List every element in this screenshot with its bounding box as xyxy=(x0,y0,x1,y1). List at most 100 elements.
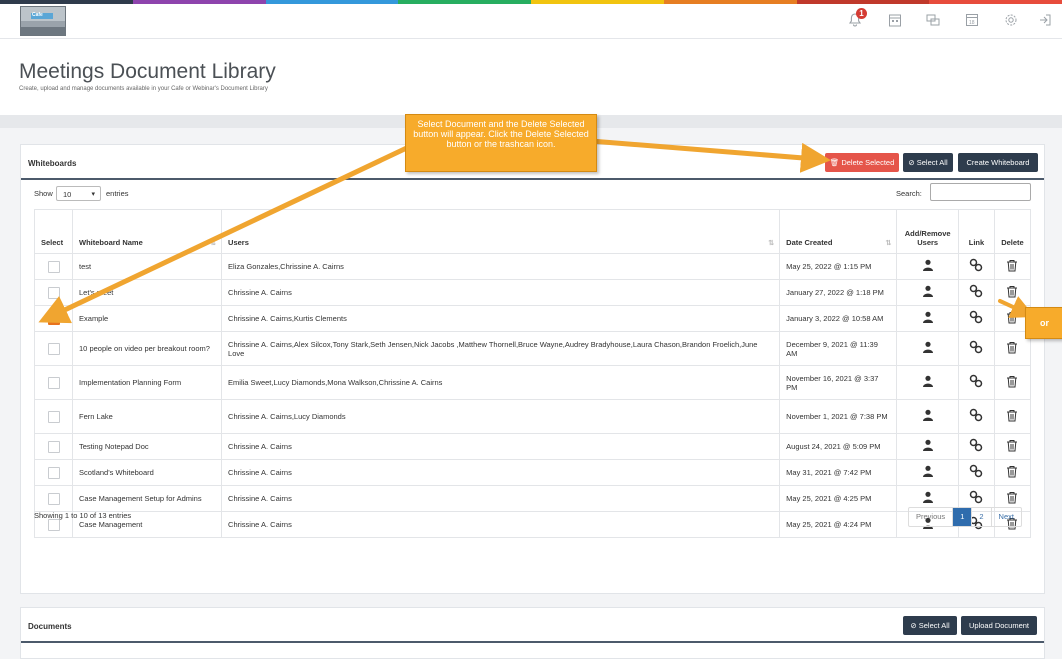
trash-icon[interactable] xyxy=(1006,341,1018,357)
notification-badge: 1 xyxy=(856,8,867,19)
whiteboard-name[interactable]: Scotland's Whiteboard xyxy=(72,459,223,486)
row-select-cell xyxy=(33,279,74,306)
user-icon[interactable] xyxy=(922,465,934,480)
whiteboards-title: Whiteboards xyxy=(28,159,77,168)
user-icon[interactable] xyxy=(922,409,934,424)
row-checkbox[interactable] xyxy=(47,518,60,531)
bell-icon[interactable]: 1 xyxy=(846,8,867,30)
trash-icon[interactable] xyxy=(1006,375,1018,391)
link-icon[interactable] xyxy=(969,438,983,455)
link-cell xyxy=(958,305,995,332)
entries-label: entries xyxy=(106,189,129,198)
trash-icon[interactable] xyxy=(1006,465,1018,481)
schedule-icon[interactable]: 18 xyxy=(963,12,981,30)
add-remove-users-cell xyxy=(896,331,959,366)
whiteboard-name[interactable]: Example xyxy=(72,305,223,332)
delete-selected-button[interactable]: 🗑 Delete Selected xyxy=(825,153,899,172)
link-icon[interactable] xyxy=(969,464,983,481)
link-icon[interactable] xyxy=(969,374,983,391)
whiteboard-users: Chrissine A. Cairns,Kurtis Clements xyxy=(221,305,781,332)
column-header-delete: Delete xyxy=(993,209,1032,254)
pagination-next[interactable]: Next xyxy=(992,508,1021,526)
user-icon[interactable] xyxy=(922,375,934,390)
add-remove-users-cell xyxy=(896,399,959,434)
row-checkbox[interactable] xyxy=(47,260,60,273)
column-header-date[interactable]: Date Created ⇅ xyxy=(779,209,898,254)
svg-text:18: 18 xyxy=(969,20,975,26)
whiteboards-card: Whiteboards 🗑 Delete Selected ⊘ Select A… xyxy=(20,144,1045,594)
pagination-previous[interactable]: Previous xyxy=(909,508,954,526)
whiteboard-users: Chrissine A. Cairns xyxy=(221,279,781,306)
user-icon[interactable] xyxy=(922,311,934,326)
gear-icon[interactable] xyxy=(1002,12,1020,30)
user-icon[interactable] xyxy=(922,439,934,454)
user-icon[interactable] xyxy=(922,285,934,300)
column-header-name[interactable]: Whiteboard Name ⇅ xyxy=(72,209,223,254)
company-logo[interactable]: Cafe xyxy=(20,6,66,36)
link-icon[interactable] xyxy=(969,284,983,301)
delete-cell xyxy=(993,365,1032,400)
user-icon[interactable] xyxy=(922,491,934,506)
link-icon[interactable] xyxy=(969,340,983,357)
table-row: Scotland's Whiteboard Chrissine A. Cairns… xyxy=(33,459,1032,486)
row-checkbox[interactable] xyxy=(47,466,60,479)
link-icon[interactable] xyxy=(969,258,983,275)
search-input[interactable] xyxy=(930,183,1031,201)
link-cell xyxy=(958,331,995,366)
row-checkbox[interactable] xyxy=(47,410,60,423)
row-checkbox[interactable] xyxy=(47,492,60,505)
trash-icon[interactable] xyxy=(1006,409,1018,425)
whiteboard-date: December 9, 2021 @ 11:39 AM xyxy=(779,331,898,366)
column-header-select[interactable]: Select xyxy=(33,209,74,254)
link-icon[interactable] xyxy=(969,490,983,507)
logout-icon[interactable] xyxy=(1036,12,1054,30)
trash-icon[interactable] xyxy=(1006,439,1018,455)
chat-icon[interactable] xyxy=(924,12,942,30)
user-icon[interactable] xyxy=(922,341,934,356)
whiteboard-name[interactable]: Implementation Planning Form xyxy=(72,365,223,400)
column-header-users[interactable]: Users ⇅ xyxy=(221,209,781,254)
row-checkbox[interactable] xyxy=(47,342,60,355)
whiteboard-name[interactable]: Let's meet xyxy=(72,279,223,306)
row-select-cell xyxy=(33,365,74,400)
add-remove-users-cell xyxy=(896,365,959,400)
row-select-cell xyxy=(33,459,74,486)
trash-icon[interactable] xyxy=(1006,491,1018,507)
header-icon-group: 1 18 xyxy=(846,8,1051,32)
row-select-cell: ✓ xyxy=(33,305,74,332)
show-label: Show xyxy=(34,189,53,198)
trash-icon[interactable] xyxy=(1006,285,1018,301)
row-checkbox[interactable]: ✓ xyxy=(47,312,60,325)
whiteboard-name[interactable]: test xyxy=(72,253,223,280)
upload-document-button[interactable]: Upload Document xyxy=(961,616,1037,635)
delete-cell xyxy=(993,399,1032,434)
table-row: test Eliza Gonzales,Chrissine A. Cairns Ma… xyxy=(33,253,1032,280)
whiteboard-name[interactable]: Fern Lake xyxy=(72,399,223,434)
add-remove-users-cell xyxy=(896,459,959,486)
row-checkbox[interactable] xyxy=(47,286,60,299)
pagination-page-1[interactable]: 1 xyxy=(953,508,973,526)
trash-icon[interactable] xyxy=(1006,259,1018,275)
entries-select[interactable]: 10 ▾ xyxy=(56,186,101,201)
whiteboard-name[interactable]: 10 people on video per breakout room? xyxy=(72,331,223,366)
whiteboard-name[interactable]: Testing Notepad Doc xyxy=(72,433,223,460)
pagination-page-2[interactable]: 2 xyxy=(972,508,992,526)
link-icon[interactable] xyxy=(969,310,983,327)
calendar-icon[interactable] xyxy=(886,12,904,30)
whiteboard-users: Chrissine A. Cairns,Lucy Diamonds xyxy=(221,399,781,434)
add-remove-users-cell xyxy=(896,279,959,306)
user-icon[interactable] xyxy=(922,259,934,274)
pagination: Previous 1 2 Next xyxy=(908,507,1022,527)
trash-icon[interactable] xyxy=(1006,311,1018,327)
table-header-row: Select Whiteboard Name ⇅ Users ⇅ Date Crea… xyxy=(33,209,1032,254)
documents-select-all-button[interactable]: ⊘ Select All xyxy=(903,616,957,635)
whiteboard-users: Chrissine A. Cairns xyxy=(221,459,781,486)
whiteboard-users: Emilia Sweet,Lucy Diamonds,Mona Walkson,… xyxy=(221,365,781,400)
whiteboard-name[interactable]: Case Management Setup for Admins xyxy=(72,485,223,512)
link-icon[interactable] xyxy=(969,408,983,425)
link-cell xyxy=(958,433,995,460)
create-whiteboard-button[interactable]: Create Whiteboard xyxy=(958,153,1038,172)
row-checkbox[interactable] xyxy=(47,440,60,453)
row-checkbox[interactable] xyxy=(47,376,60,389)
select-all-button[interactable]: ⊘ Select All xyxy=(903,153,953,172)
